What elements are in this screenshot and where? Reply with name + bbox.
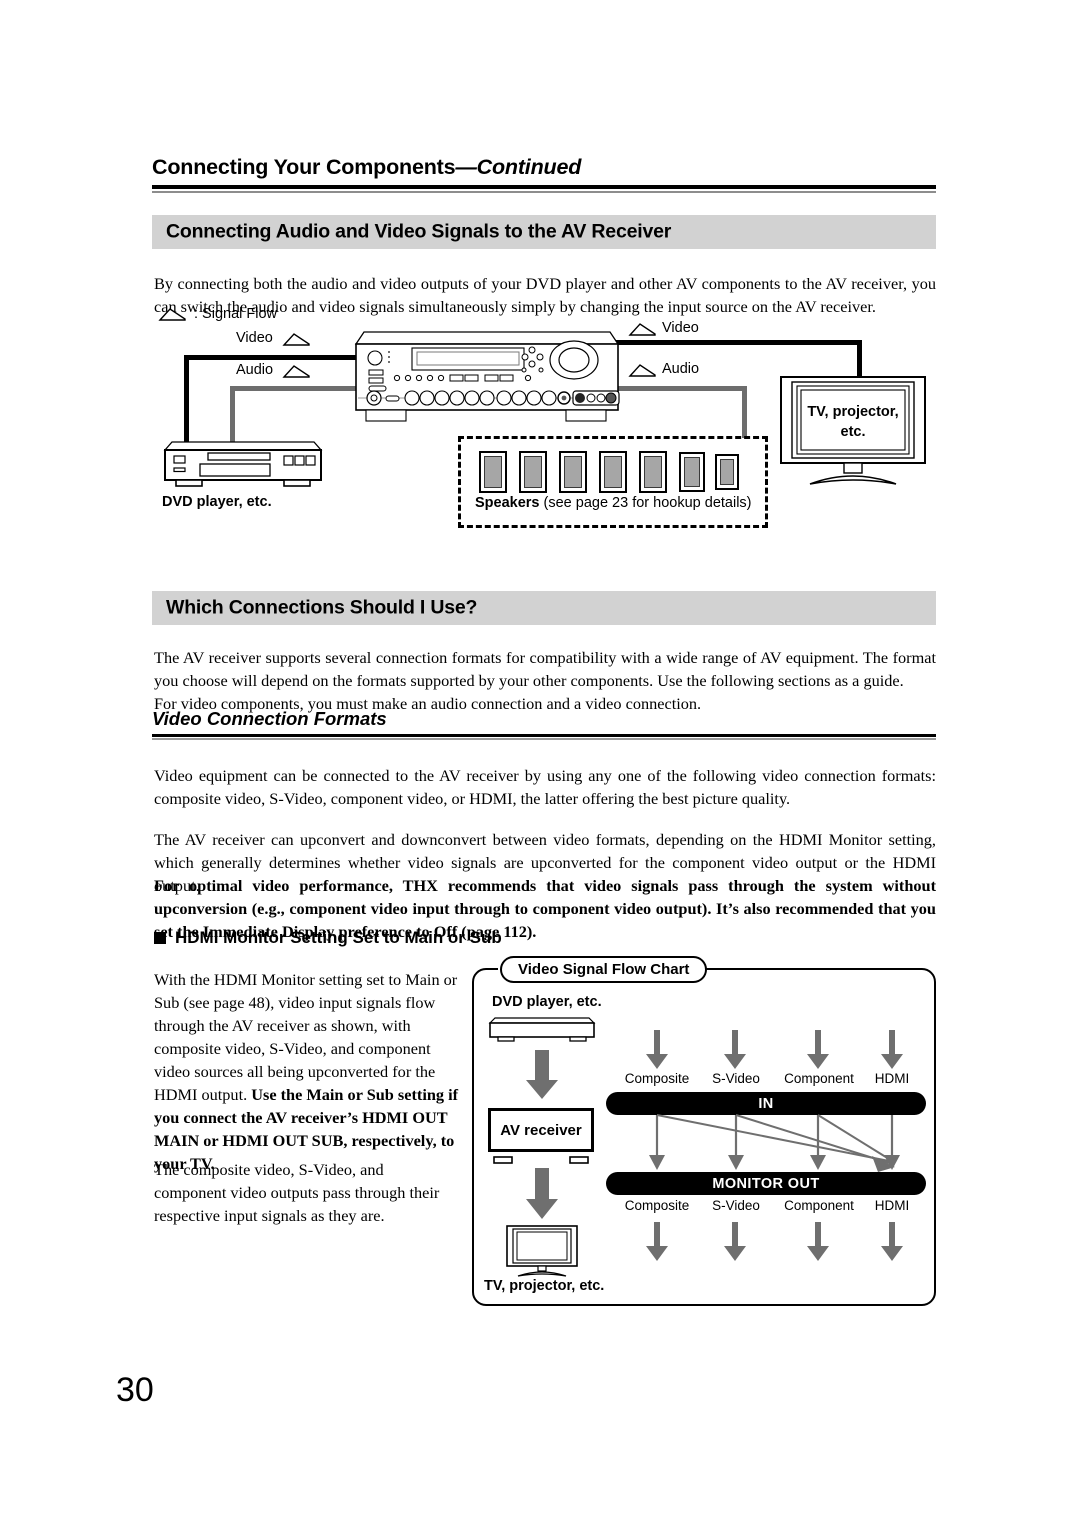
cable-audio-out-h <box>616 386 747 391</box>
chart-in-port-hdmi: HDMI <box>874 1071 910 1086</box>
cable-audio-out-v <box>742 386 747 438</box>
chart-out-arrow-component <box>805 1222 831 1267</box>
running-head-main: Connecting Your Components <box>152 155 456 179</box>
header-rule-thick <box>152 185 936 189</box>
chart-in-port-svideo: S-Video <box>712 1071 760 1086</box>
subhead-video-connection-formats: Video Connection Formats <box>152 708 936 740</box>
chart-sink-label: TV, projector, etc. <box>484 1278 605 1294</box>
chart-out-arrow-svideo <box>722 1222 748 1267</box>
speaker-icon <box>679 452 705 492</box>
speakers-caption-rest: (see page 23 for hookup details) <box>539 495 752 511</box>
speakers-caption-bold: Speakers <box>475 495 540 511</box>
chart-out-port-component: Component <box>784 1198 854 1213</box>
chart-out-bar: MONITOR OUT <box>606 1172 926 1195</box>
chart-arrow-receiver-to-tv <box>524 1168 560 1225</box>
chart-device-label: AV receiver <box>500 1121 582 1139</box>
section-bar-which-connections: Which Connections Should I Use? <box>152 591 936 625</box>
cable-video-out-h <box>616 340 862 345</box>
running-head-text: Connecting Your Components—Continued <box>152 155 936 180</box>
cable-video-in-v <box>184 355 189 443</box>
cable-audio-in-h <box>230 386 358 391</box>
chart-out-port-composite: Composite <box>624 1198 690 1213</box>
cable-video-in-h <box>184 355 356 360</box>
legend-label: : Signal Flow <box>194 306 278 322</box>
chart-av-receiver-box: AV receiver <box>488 1108 594 1152</box>
chart-out-arrow-hdmi <box>879 1222 905 1267</box>
connection-diagram: : Signal Flow Video Audio Video Audio DV… <box>152 298 936 548</box>
manual-page: Connecting Your Components—Continued Con… <box>0 0 1080 1528</box>
chart-dvd-icon <box>488 1016 596 1049</box>
dvd-player-label: DVD player, etc. <box>162 494 272 510</box>
signal-flow-icon-audio-in <box>282 365 310 378</box>
chart-in-port-component: Component <box>784 1071 854 1086</box>
speaker-icon <box>519 451 547 493</box>
label-video-in: Video <box>236 330 273 346</box>
subhead-rule-thin <box>152 738 936 740</box>
signal-flow-icon <box>158 308 186 321</box>
paragraph-formats-overview: The AV receiver supports several connect… <box>154 648 936 691</box>
chart-in-arrow-hdmi <box>879 1030 905 1075</box>
column-paragraph-2: The composite video, S-Video, and compon… <box>154 1160 440 1226</box>
chart-tv-icon <box>506 1225 578 1282</box>
label-audio-in: Audio <box>236 362 274 378</box>
speakers-group-box: Speakers (see page 23 for hookup details… <box>458 436 768 528</box>
signal-flow-icon-video-in <box>282 333 310 346</box>
video-signal-flow-chart: Video Signal Flow Chart DVD player, etc.… <box>472 956 936 1306</box>
chart-in-port-composite: Composite <box>624 1071 690 1086</box>
paragraph-video-equipment: Video equipment can be connected to the … <box>154 766 936 809</box>
section-bar-audio-video: Connecting Audio and Video Signals to th… <box>152 215 936 249</box>
page-number: 30 <box>116 1371 154 1409</box>
subhead-text: Video Connection Formats <box>152 708 387 729</box>
speakers-caption: Speakers (see page 23 for hookup details… <box>475 495 752 511</box>
chart-in-arrow-component <box>805 1030 831 1075</box>
chart-in-bar: IN <box>606 1092 926 1115</box>
running-head: Connecting Your Components—Continued <box>152 155 936 193</box>
chart-in-arrow-svideo <box>722 1030 748 1075</box>
running-head-continued: —Continued <box>455 155 582 179</box>
cable-audio-in-v <box>230 386 235 446</box>
signal-flow-icon-video-out <box>628 323 656 336</box>
label-audio-out: Audio <box>662 361 700 377</box>
speaker-icon <box>599 451 627 493</box>
speaker-icon <box>639 451 667 493</box>
tv-label-line2: etc. <box>840 424 866 440</box>
speaker-icon <box>715 454 739 490</box>
av-receiver-illustration <box>352 330 620 424</box>
chart-out-arrow-composite <box>644 1222 670 1267</box>
chart-source-label: DVD player, etc. <box>492 994 602 1010</box>
bullet-heading-hdmi-monitor: HDMI Monitor Setting Set to Main or Sub <box>154 928 502 948</box>
chart-arrow-dvd-to-receiver <box>524 1050 560 1105</box>
label-video-out: Video <box>662 320 699 336</box>
chart-in-arrow-composite <box>644 1030 670 1075</box>
tv-illustration: TV, projector, etc. <box>780 376 926 488</box>
section-bar-title: Connecting Audio and Video Signals to th… <box>166 220 672 243</box>
chart-out-port-svideo: S-Video <box>712 1198 760 1213</box>
chart-out-port-hdmi: HDMI <box>874 1198 910 1213</box>
chart-routing-lines <box>606 1114 926 1175</box>
chart-title: Video Signal Flow Chart <box>500 956 708 983</box>
header-rule-thin <box>152 191 936 193</box>
tv-label-line1: TV, projector, <box>807 404 899 420</box>
speaker-icon <box>559 451 587 493</box>
square-bullet-icon <box>154 932 166 944</box>
subhead-rule-thick <box>152 734 936 737</box>
speaker-icon <box>479 451 507 493</box>
signal-flow-icon-audio-out <box>628 364 656 377</box>
section-bar-title-2: Which Connections Should I Use? <box>166 596 478 619</box>
bullet-heading-text: HDMI Monitor Setting Set to Main or Sub <box>175 928 502 947</box>
dvd-player-illustration <box>162 440 323 488</box>
column-paragraph-1: With the HDMI Monitor setting set to Mai… <box>154 968 460 1175</box>
